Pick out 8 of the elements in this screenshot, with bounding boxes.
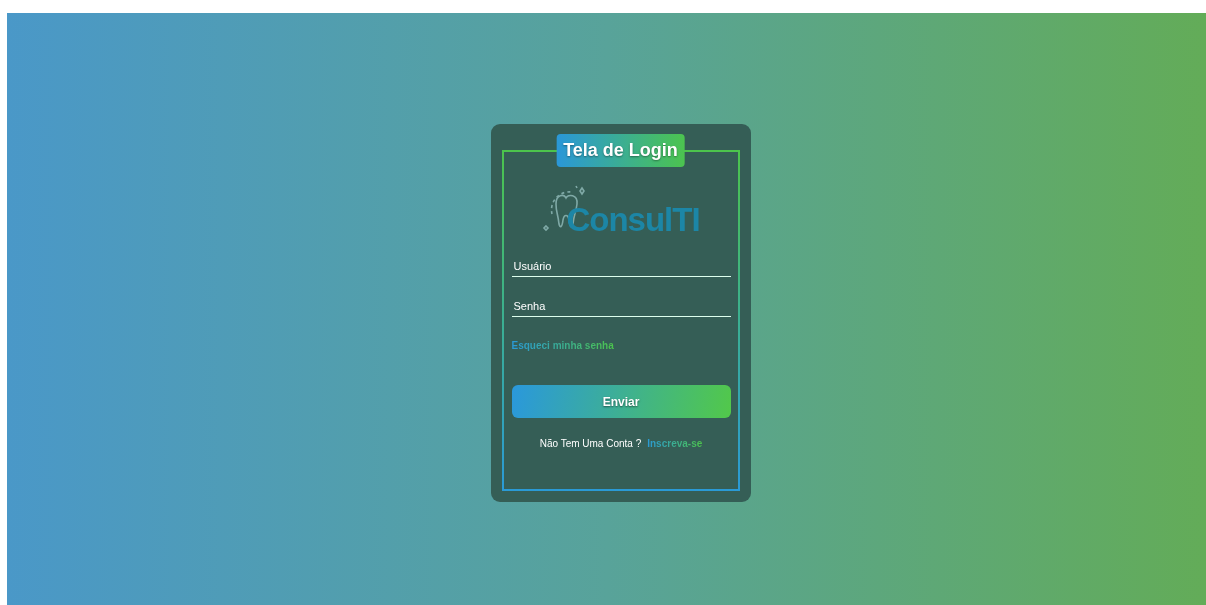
logo-text: ConsulTI: [566, 203, 700, 236]
forgot-password-link[interactable]: Esqueci minha senha: [511, 340, 614, 351]
signup-prompt: Não Tem Uma Conta ?: [539, 438, 642, 449]
input-field[interactable]: Usuário: [511, 258, 731, 277]
submit-button[interactable]: Enviar: [511, 385, 731, 418]
signup-link[interactable]: Inscreva-se: [647, 438, 703, 449]
input-field[interactable]: Senha: [511, 298, 731, 317]
card-title: Tela de Login: [556, 134, 685, 167]
